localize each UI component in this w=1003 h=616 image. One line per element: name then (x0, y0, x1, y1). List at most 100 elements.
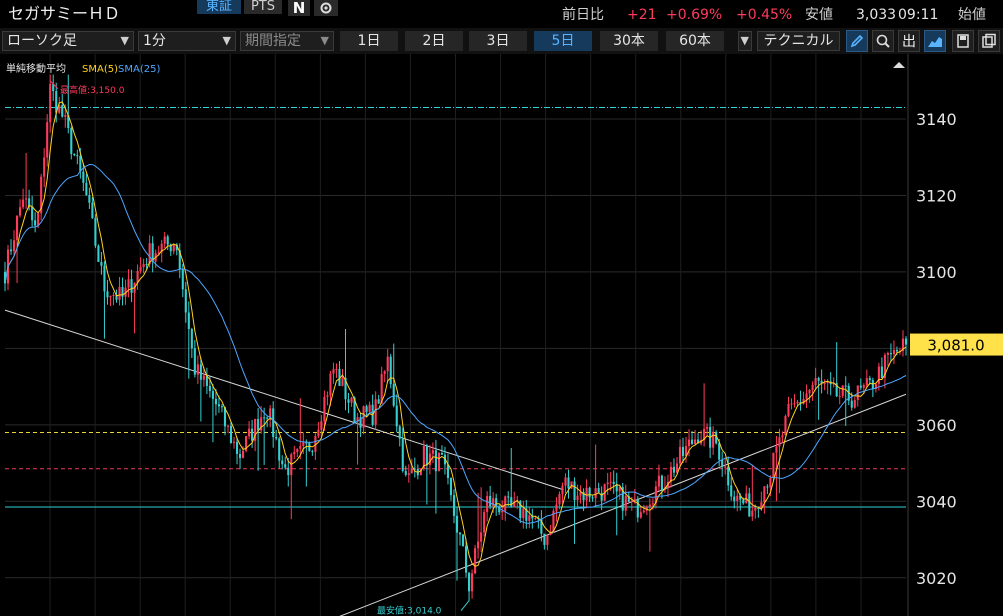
period-5day-button[interactable]: 5日 (534, 31, 592, 51)
candle-body (287, 467, 290, 476)
candle-body (145, 264, 148, 266)
candle-body (109, 295, 112, 298)
settings-gear-icon[interactable] (314, 0, 338, 16)
candle-body (296, 448, 299, 453)
candle-body (480, 532, 483, 542)
candle-body (25, 198, 28, 200)
copy-icon[interactable] (978, 30, 1000, 52)
candle-body (398, 426, 401, 439)
candle-body (16, 215, 19, 241)
candle-body (471, 573, 474, 592)
candle-body (211, 391, 214, 399)
pts-tab[interactable]: PTS (244, 0, 282, 14)
candle-body (428, 453, 431, 466)
candle-body (235, 441, 239, 454)
candle-body (76, 155, 79, 157)
candle-body (431, 450, 434, 454)
candle-body (886, 353, 889, 355)
candle-body (238, 453, 242, 458)
time-display: 09:11 (898, 7, 939, 23)
candle-body (895, 349, 899, 352)
candle-body (742, 499, 745, 504)
save-icon[interactable] (952, 30, 974, 52)
price-chart[interactable]: 3020 3040 3060 3100 3120 3140 単純移動平均 SMA(5) S… (0, 54, 1003, 616)
candle-body (85, 182, 88, 196)
candle-body (763, 486, 766, 503)
candle-body (483, 512, 486, 533)
candle-body (425, 445, 428, 466)
low-annotation: 最安値:3,014.0 (377, 605, 442, 616)
candle-body (202, 375, 205, 380)
candle-body (100, 261, 103, 266)
candle-body (368, 404, 371, 412)
candle-body (859, 385, 862, 388)
candle-body (871, 380, 874, 390)
period-60bar-button[interactable]: 60本 (666, 31, 724, 51)
candle-body (401, 438, 404, 471)
candle-body (573, 481, 576, 501)
candle-body (694, 439, 697, 445)
y-tick-label: 3060 (916, 416, 957, 435)
sma5-legend: SMA(5) (82, 64, 118, 75)
candle-body (106, 291, 109, 298)
period-30bar-button[interactable]: 30本 (600, 31, 658, 51)
candle-body (184, 289, 187, 313)
candle-body (865, 378, 868, 386)
chart-type-select[interactable]: ローソク足 ▼ (2, 31, 134, 51)
technical-button[interactable]: テクニカル (757, 31, 840, 51)
candle-body (389, 356, 392, 385)
top-bar: セガサミーＨＤ 東証 PTS N 前日比 +21 +0.69% +0.45% 安… (0, 0, 1003, 28)
period-3day-button[interactable]: 3日 (469, 31, 527, 51)
candle-body (464, 546, 468, 573)
exchange-tab[interactable]: 東証 (197, 0, 241, 14)
candle-body (639, 512, 642, 518)
pencil-icon[interactable] (846, 30, 868, 52)
period-range-select[interactable]: 期間指定 ▼ (240, 31, 334, 51)
candle-body (769, 477, 772, 488)
area-chart-icon[interactable] (924, 30, 946, 52)
candle-body (118, 286, 121, 300)
candle-body (642, 510, 645, 513)
candle-body (790, 403, 793, 405)
candle-body (817, 378, 820, 381)
candle-body (712, 431, 715, 448)
interval-select[interactable]: 1分 ▼ (138, 31, 236, 51)
candle-body (474, 548, 477, 574)
period-more-dropdown[interactable]: ▼ (738, 31, 752, 51)
candle-body (669, 466, 673, 482)
candle-body (70, 127, 73, 154)
candle-body (636, 499, 639, 518)
candle-body (811, 384, 814, 391)
candle-body (727, 466, 730, 486)
candle-body (263, 417, 266, 419)
candle-body (651, 503, 654, 505)
candle-body (181, 269, 184, 290)
candle-body (190, 329, 193, 349)
candle-body (347, 399, 350, 403)
candle-body (452, 495, 456, 516)
candle-body (350, 397, 353, 403)
candle-body (61, 104, 64, 117)
candle-body (217, 404, 221, 407)
candle-body (853, 399, 856, 408)
chart-type-value: ローソク足 (7, 33, 77, 49)
candle-body (461, 534, 465, 547)
candle-body (477, 541, 480, 549)
period-2day-button[interactable]: 2日 (405, 31, 463, 51)
candle-body (814, 378, 817, 385)
period-1day-button[interactable]: 1日 (340, 31, 398, 51)
candle-body (594, 488, 597, 499)
candle-body (567, 477, 570, 489)
candle-body (196, 364, 199, 375)
volume-out-button[interactable]: 出 (898, 30, 920, 52)
candle-body (317, 429, 320, 437)
candle-body (320, 421, 323, 430)
zoom-icon[interactable] (872, 30, 894, 52)
candle-body (166, 236, 169, 245)
candle-body (706, 426, 709, 429)
candle-body (434, 450, 437, 472)
candle-body (522, 508, 525, 519)
candle-body (534, 518, 537, 520)
news-badge[interactable]: N (288, 0, 310, 16)
chevron-down-icon: ▼ (740, 34, 749, 47)
